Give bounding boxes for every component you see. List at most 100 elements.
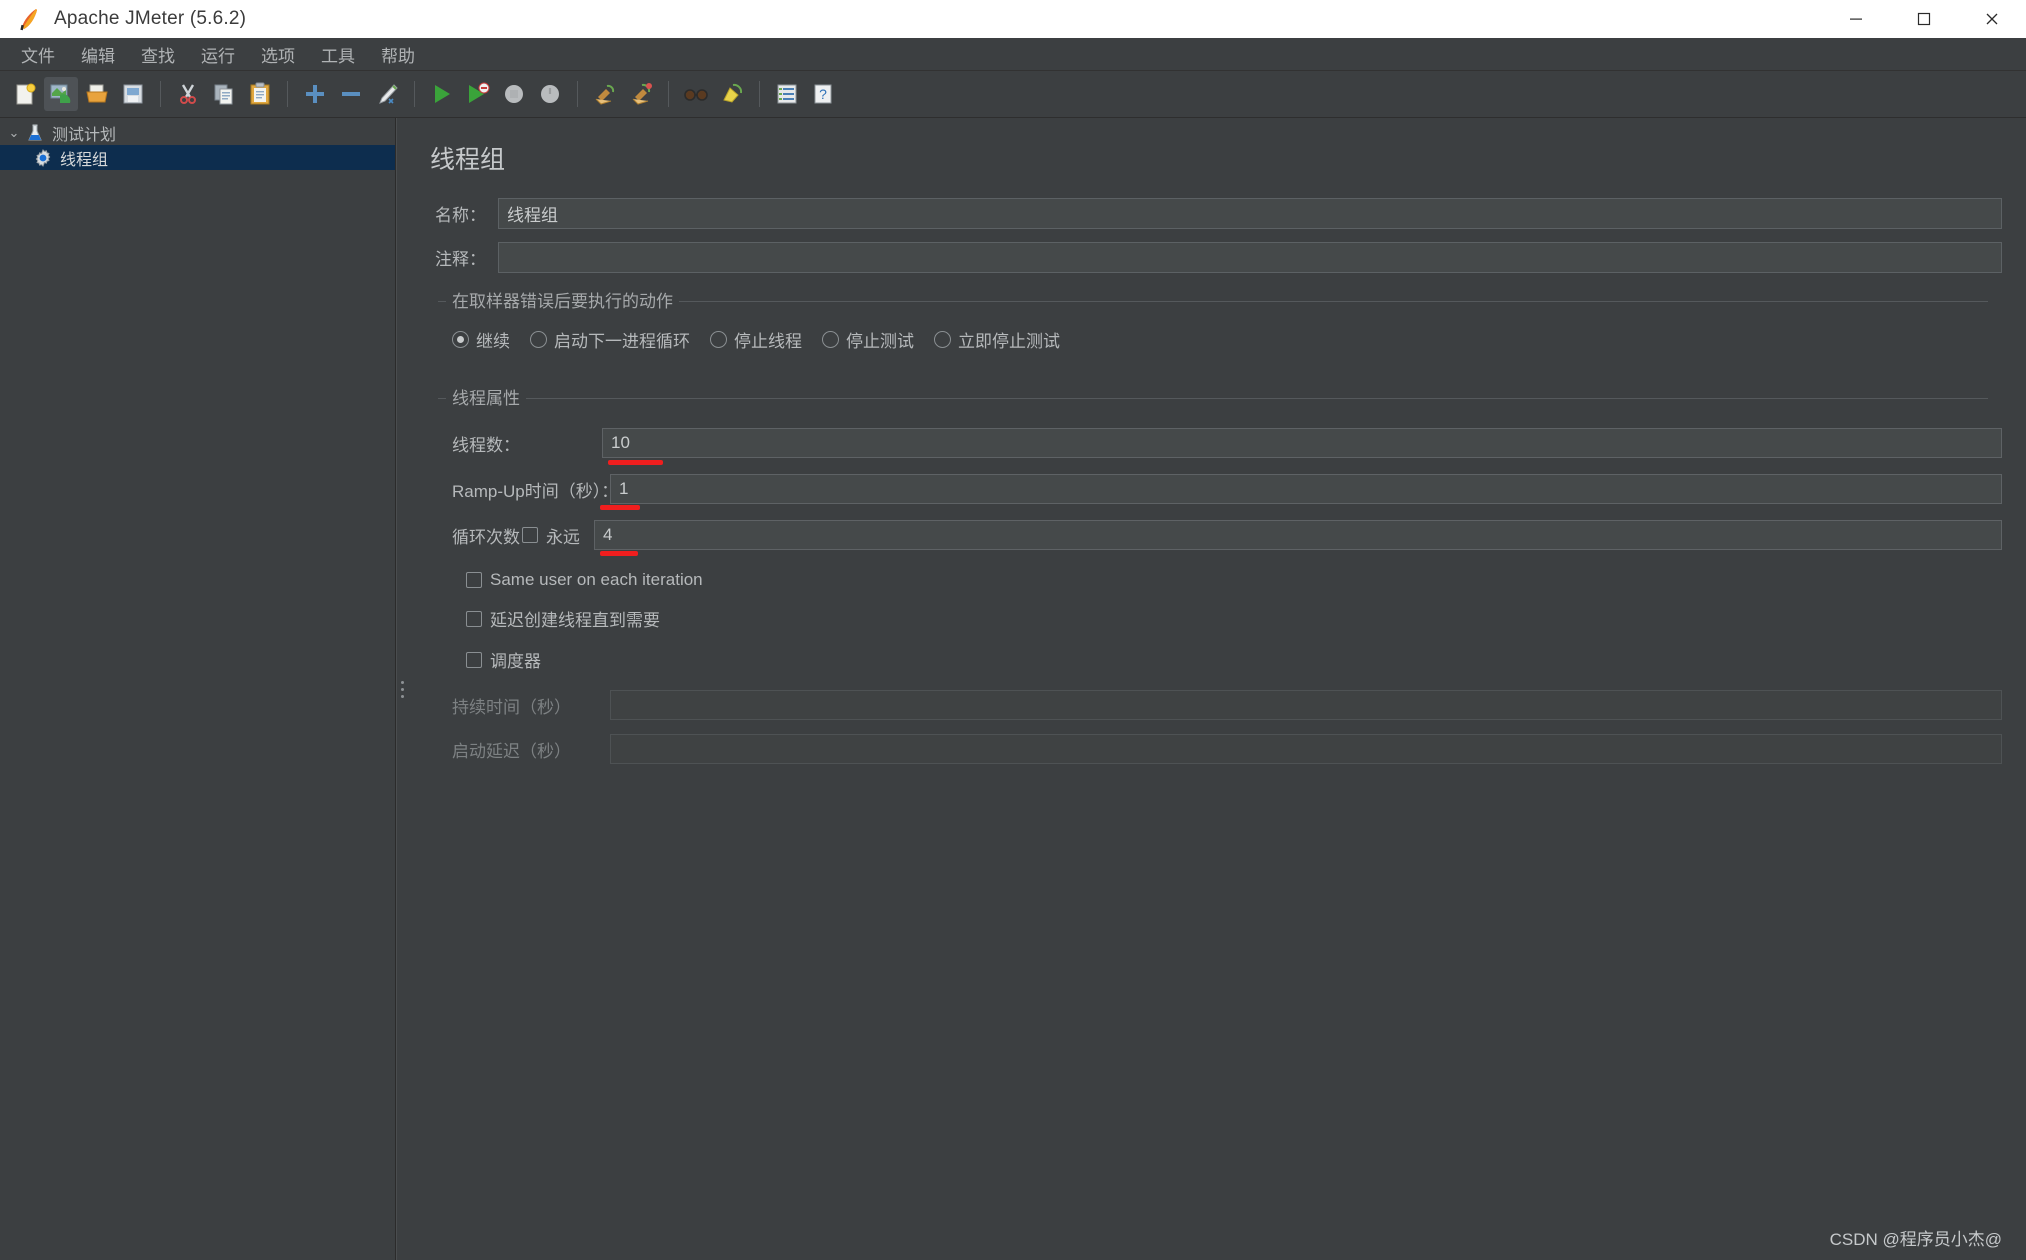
help-button[interactable]: ? bbox=[806, 77, 840, 111]
split-pane-divider[interactable] bbox=[396, 118, 408, 1260]
ramp-up-row: Ramp-Up时间（秒）： bbox=[438, 474, 2002, 510]
templates-button[interactable] bbox=[44, 77, 78, 111]
radio-stop-test-now-indicator[interactable] bbox=[934, 331, 951, 348]
ramp-up-input[interactable] bbox=[610, 474, 2002, 504]
start-button[interactable] bbox=[425, 77, 459, 111]
expand-all-button[interactable] bbox=[298, 77, 332, 111]
toggle-enable-button[interactable] bbox=[370, 77, 404, 111]
forever-checkbox[interactable]: 永远 bbox=[522, 523, 580, 548]
duration-input bbox=[610, 690, 2002, 720]
same-user-row: Same user on each iteration bbox=[438, 570, 2002, 590]
jmeter-feather-icon bbox=[14, 4, 44, 34]
sampler-error-action-title: 在取样器错误后要执行的动作 bbox=[446, 291, 679, 312]
loop-count-input[interactable] bbox=[594, 520, 2002, 550]
tree-node-label: 线程组 bbox=[60, 151, 109, 169]
startup-delay-input bbox=[610, 734, 2002, 764]
window-title: Apache JMeter (5.6.2) bbox=[54, 8, 247, 29]
name-label: 名称： bbox=[435, 206, 486, 225]
toolbar-separator bbox=[668, 81, 669, 107]
menu-bar: 文件 编辑 查找 运行 选项 工具 帮助 bbox=[0, 38, 2026, 71]
shutdown-button[interactable] bbox=[533, 77, 567, 111]
radio-stop-thread-label: 停止线程 bbox=[734, 332, 802, 351]
main-body: ⌄ 测试计划 线程组 线程组 名称： 线程组 注释： 在取样器错误后要执行的动作… bbox=[0, 118, 2026, 1260]
radio-stop-thread[interactable]: 停止线程 bbox=[710, 327, 802, 352]
num-threads-input[interactable] bbox=[602, 428, 2002, 458]
save-button[interactable] bbox=[116, 77, 150, 111]
tree-node-label: 测试计划 bbox=[52, 126, 117, 144]
close-button[interactable] bbox=[1958, 0, 2026, 38]
watermark: CSDN @程序员小杰@ bbox=[1829, 1230, 2002, 1249]
radio-stop-test-now[interactable]: 立即停止测试 bbox=[934, 327, 1060, 352]
annotation-underline-rampup bbox=[600, 505, 640, 510]
menu-run[interactable]: 运行 bbox=[188, 38, 248, 71]
function-helper-button[interactable] bbox=[770, 77, 804, 111]
same-user-checkbox-label: Same user on each iteration bbox=[490, 570, 703, 589]
radio-stop-test[interactable]: 停止测试 bbox=[822, 327, 914, 352]
collapse-all-button[interactable] bbox=[334, 77, 368, 111]
clear-button[interactable] bbox=[588, 77, 622, 111]
comments-label: 注释： bbox=[435, 250, 486, 269]
menu-tools[interactable]: 工具 bbox=[308, 38, 368, 71]
comments-input[interactable] bbox=[498, 242, 2002, 273]
menu-help[interactable]: 帮助 bbox=[368, 38, 428, 71]
delayed-start-row: 延迟创建线程直到需要 bbox=[438, 606, 2002, 631]
open-button[interactable] bbox=[80, 77, 114, 111]
radio-continue-indicator[interactable] bbox=[452, 331, 469, 348]
radio-stop-test-indicator[interactable] bbox=[822, 331, 839, 348]
chevron-down-icon[interactable]: ⌄ bbox=[4, 125, 24, 141]
reset-search-button[interactable] bbox=[715, 77, 749, 111]
cut-button[interactable] bbox=[171, 77, 205, 111]
forever-checkbox-box[interactable] bbox=[522, 527, 538, 543]
name-field-row: 名称： bbox=[428, 198, 2002, 229]
new-test-plan-button[interactable] bbox=[8, 77, 42, 111]
startup-delay-row: 启动延迟（秒） bbox=[438, 734, 2002, 764]
duration-label: 持续时间（秒） bbox=[452, 697, 571, 717]
window-controls bbox=[1822, 0, 2026, 38]
forever-checkbox-label: 永远 bbox=[546, 527, 580, 547]
page-title: 线程组 bbox=[430, 146, 506, 174]
minimize-button[interactable] bbox=[1822, 0, 1890, 38]
duration-row: 持续时间（秒） bbox=[438, 690, 2002, 720]
radio-stop-thread-indicator[interactable] bbox=[710, 331, 727, 348]
stop-button[interactable] bbox=[497, 77, 531, 111]
same-user-checkbox[interactable]: Same user on each iteration bbox=[466, 570, 703, 590]
radio-start-next-loop-label: 启动下一进程循环 bbox=[554, 332, 690, 351]
tree-node-thread-group[interactable]: 线程组 bbox=[0, 145, 395, 170]
scheduler-checkbox[interactable]: 调度器 bbox=[466, 647, 541, 672]
menu-file[interactable]: 文件 bbox=[8, 38, 68, 71]
delayed-start-checkbox[interactable]: 延迟创建线程直到需要 bbox=[466, 606, 660, 631]
loop-count-label: 循环次数 bbox=[452, 527, 520, 547]
radio-continue-label: 继续 bbox=[476, 332, 510, 351]
scheduler-checkbox-label: 调度器 bbox=[490, 652, 541, 671]
maximize-button[interactable] bbox=[1890, 0, 1958, 38]
clear-all-button[interactable] bbox=[624, 77, 658, 111]
startup-delay-label: 启动延迟（秒） bbox=[452, 741, 571, 761]
test-plan-tree[interactable]: ⌄ 测试计划 线程组 bbox=[0, 118, 396, 1260]
delayed-start-checkbox-box[interactable] bbox=[466, 610, 482, 627]
title-bar: Apache JMeter (5.6.2) bbox=[0, 0, 2026, 38]
menu-search[interactable]: 查找 bbox=[128, 38, 188, 71]
same-user-checkbox-box[interactable] bbox=[466, 572, 482, 588]
radio-continue[interactable]: 继续 bbox=[452, 327, 510, 352]
annotation-underline-loops bbox=[600, 551, 638, 556]
name-input[interactable] bbox=[498, 198, 2002, 229]
copy-button[interactable] bbox=[207, 77, 241, 111]
search-button[interactable] bbox=[679, 77, 713, 111]
ramp-up-label: Ramp-Up时间（秒）： bbox=[452, 481, 619, 501]
toolbar-separator bbox=[577, 81, 578, 107]
paste-button[interactable] bbox=[243, 77, 277, 111]
delayed-start-checkbox-label: 延迟创建线程直到需要 bbox=[490, 611, 660, 630]
scheduler-checkbox-box[interactable] bbox=[466, 651, 482, 668]
menu-options[interactable]: 选项 bbox=[248, 38, 308, 71]
start-no-pauses-button[interactable] bbox=[461, 77, 495, 111]
test-plan-flask-icon bbox=[24, 123, 46, 143]
sampler-error-action-group: 在取样器错误后要执行的动作 继续 启动下一进程循环 停止线程 停止测试 立即停止… bbox=[438, 291, 2002, 366]
radio-start-next-loop[interactable]: 启动下一进程循环 bbox=[530, 327, 690, 352]
tree-node-test-plan[interactable]: ⌄ 测试计划 bbox=[0, 120, 395, 145]
menu-edit[interactable]: 编辑 bbox=[68, 38, 128, 71]
loop-count-row: 循环次数 永远 bbox=[438, 520, 2002, 556]
annotation-underline-threads bbox=[608, 460, 663, 465]
num-threads-label: 线程数： bbox=[452, 435, 520, 455]
radio-start-next-loop-indicator[interactable] bbox=[530, 331, 547, 348]
toolbar-separator bbox=[287, 81, 288, 107]
